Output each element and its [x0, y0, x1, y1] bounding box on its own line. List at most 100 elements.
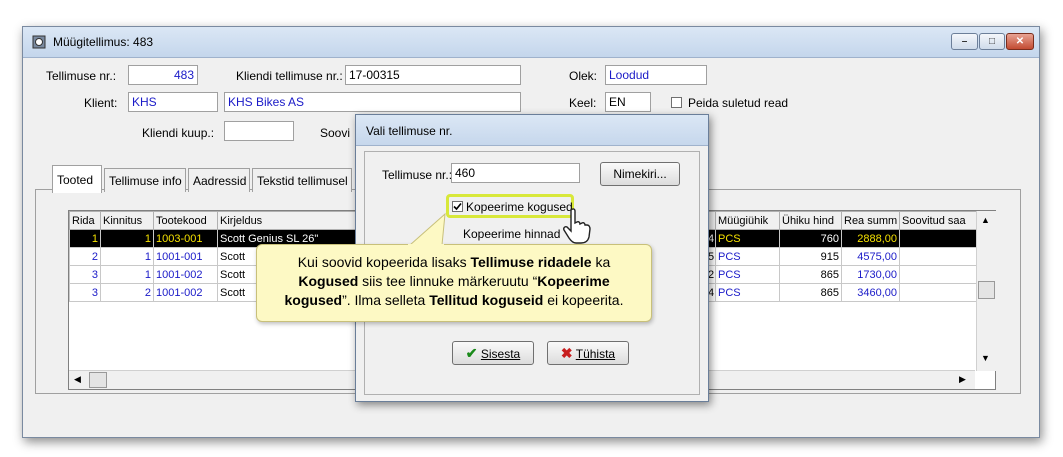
cell-rida: 2	[69, 247, 101, 266]
hide-closed-checkbox[interactable]	[671, 97, 682, 108]
close-icon: ✕	[1015, 36, 1025, 47]
tab-tellimuse-info[interactable]: Tellimuse info	[104, 168, 186, 192]
cell-hind: 865	[779, 265, 842, 284]
col-uhiku-hind[interactable]: Ühiku hind	[779, 211, 842, 230]
cell-kinnitus: 1	[100, 229, 154, 248]
table-row[interactable]: 2 PCS 865 1730,00	[705, 265, 978, 284]
cell-soovitud	[899, 265, 978, 284]
maximize-icon: □	[988, 36, 996, 47]
callout-text-2: ka	[591, 254, 611, 270]
cell-kinnitus: 1	[100, 247, 154, 266]
cell-hind: 760	[779, 229, 842, 248]
status-label: Olek:	[569, 69, 598, 83]
table-row[interactable]: 5 PCS 915 4575,00	[705, 247, 978, 266]
cell-summa: 1730,00	[841, 265, 900, 284]
scroll-left-icon[interactable]: ◀	[74, 374, 81, 385]
list-button[interactable]: Nimekiri...	[600, 162, 680, 186]
col-muugiuhik[interactable]: Müügiühik	[715, 211, 780, 230]
cell-yhik: PCS	[715, 265, 780, 284]
client-date-label: Kliendi kuup.:	[142, 126, 215, 140]
dialog-order-field[interactable]: 460	[451, 163, 580, 183]
cell-yhik: PCS	[715, 247, 780, 266]
client-date-field[interactable]	[224, 121, 294, 141]
hand-cursor-icon	[563, 208, 591, 244]
callout-text-4: ”. Ilma selleta	[342, 292, 430, 308]
check-icon	[453, 202, 462, 211]
callout-bold-1: Tellimuse ridadele	[470, 254, 592, 270]
minimize-icon: –	[961, 36, 968, 47]
status-field[interactable]: Loodud	[605, 65, 707, 85]
minimize-button[interactable]: –	[951, 33, 978, 50]
grid-vertical-scrollbar[interactable]: ▲ ▼	[976, 211, 996, 371]
copy-price-label: Kopeerime hinnad	[463, 227, 561, 241]
col-rea-summa[interactable]: Rea summ	[841, 211, 900, 230]
dialog-title: Vali tellimuse nr.	[366, 124, 453, 138]
ok-button-label: Sisesta	[480, 347, 521, 361]
cell-soovitud	[899, 229, 978, 248]
cell-kood: 1001-001	[153, 247, 218, 266]
dialog-titlebar[interactable]: Vali tellimuse nr.	[356, 115, 708, 146]
cell-soovitud	[899, 283, 978, 302]
cell-kood: 1001-002	[153, 283, 218, 302]
order-no-field[interactable]: 483	[128, 65, 198, 85]
callout-pointer	[408, 212, 446, 248]
cell-kood: 1003-001	[153, 229, 218, 248]
order-no-label: Tellimuse nr.:	[46, 69, 117, 83]
callout-bold-2: Kogused	[298, 273, 359, 289]
client-label: Klient:	[84, 96, 118, 110]
col-rida[interactable]: Rida	[69, 211, 101, 230]
app-icon	[32, 35, 46, 49]
cancel-x-icon: ✖	[560, 345, 573, 361]
cell-yhik: PCS	[715, 283, 780, 302]
table-row[interactable]: 4 PCS 760 2888,00	[705, 229, 978, 248]
grid-header: Rida Kinnitus Tootekood Kirjeldus	[69, 211, 358, 230]
cancel-button[interactable]: ✖ Tühista	[547, 341, 629, 365]
cell-kood: 1001-002	[153, 265, 218, 284]
cell-yhik: PCS	[715, 229, 780, 248]
col-kinnitus[interactable]: Kinnitus	[100, 211, 154, 230]
cell-summa: 2888,00	[841, 229, 900, 248]
instruction-callout: Kui soovid kopeerida lisaks Tellimuse ri…	[256, 244, 652, 322]
cancel-button-label: Tühista	[575, 347, 616, 361]
col-tootekood[interactable]: Tootekood	[153, 211, 218, 230]
dialog-order-label: Tellimuse nr.:	[382, 168, 453, 182]
col-kirjeldus[interactable]: Kirjeldus	[217, 211, 358, 230]
callout-text-3: siis tee linnuke märkeruutu “	[358, 273, 538, 289]
cell-summa: 3460,00	[841, 283, 900, 302]
cell-rida: 3	[69, 283, 101, 302]
window-titlebar[interactable]: Müügitellimus: 483 – □ ✕	[23, 27, 1039, 58]
scroll-right-icon[interactable]: ▶	[959, 374, 966, 385]
col-soovitud[interactable]: Soovitud saa	[899, 211, 978, 230]
cell-summa: 4575,00	[841, 247, 900, 266]
wish-label: Soovi	[320, 126, 351, 140]
cell-hind: 865	[779, 283, 842, 302]
hscroll-thumb[interactable]	[89, 372, 107, 388]
table-row[interactable]: 4 PCS 865 3460,00	[705, 283, 978, 302]
client-name-field[interactable]: KHS Bikes AS	[224, 92, 521, 112]
language-field[interactable]: EN	[605, 92, 651, 112]
window-title: Müügitellimus: 483	[53, 35, 154, 49]
client-order-field[interactable]: 17-00315	[345, 65, 521, 85]
callout-text-1: Kui soovid kopeerida lisaks	[297, 254, 471, 270]
cell-kinnitus: 2	[100, 283, 154, 302]
cell-hind: 915	[779, 247, 842, 266]
callout-text-5: ei kopeerita.	[543, 292, 624, 308]
grid-header: Müügiühik Ühiku hind Rea summ Soovitud s…	[705, 211, 978, 230]
scroll-thumb[interactable]	[978, 281, 995, 299]
cell-rida: 1	[69, 229, 101, 248]
ok-check-icon: ✔	[465, 345, 478, 361]
grid-right: Müügiühik Ühiku hind Rea summ Soovitud s…	[705, 211, 978, 302]
tab-tekstid[interactable]: Tekstid tellimusel	[252, 168, 352, 192]
close-button[interactable]: ✕	[1006, 33, 1034, 50]
tab-aadressid[interactable]: Aadressid	[188, 168, 250, 192]
ok-button[interactable]: ✔ Sisesta	[452, 341, 534, 365]
cell-soovitud	[899, 247, 978, 266]
tab-tooted[interactable]: Tooted	[52, 165, 102, 193]
scroll-down-icon[interactable]: ▼	[981, 353, 990, 363]
scroll-up-icon[interactable]: ▲	[981, 215, 990, 225]
cell-kinnitus: 1	[100, 265, 154, 284]
copy-qty-checkbox[interactable]	[452, 201, 463, 212]
maximize-button[interactable]: □	[979, 33, 1005, 50]
callout-bold-4: Tellitud koguseid	[429, 292, 544, 308]
client-code-field[interactable]: KHS	[128, 92, 218, 112]
